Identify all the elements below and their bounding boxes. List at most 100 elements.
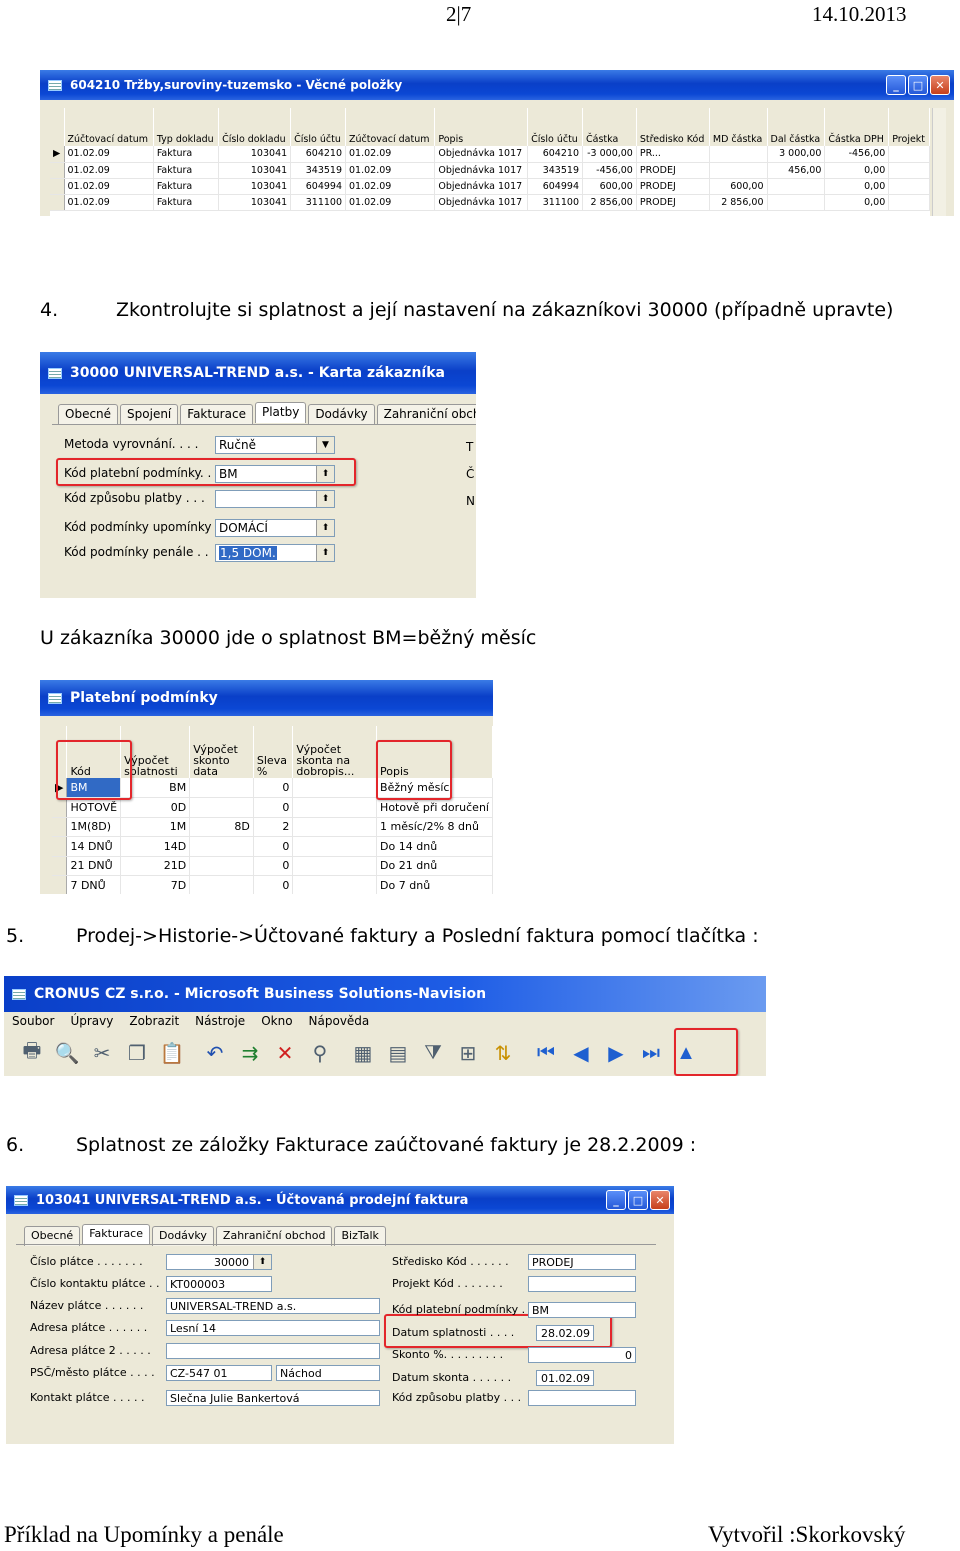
tab-1[interactable]: Fakturace bbox=[82, 1224, 150, 1244]
field-input[interactable]: 1,5 DOM. ⬆ bbox=[215, 544, 335, 562]
field-input[interactable]: 0 bbox=[528, 1347, 636, 1363]
column-header[interactable]: Zúčtovací datum bbox=[64, 108, 154, 146]
row-selector[interactable] bbox=[52, 856, 68, 876]
field-input[interactable]: 30000 ⬆ bbox=[166, 1254, 272, 1270]
tab-0[interactable]: Obecné bbox=[58, 404, 119, 425]
field-input[interactable]: Lesní 14 bbox=[166, 1320, 380, 1336]
field-input-city[interactable]: Náchod bbox=[276, 1365, 380, 1381]
table-row[interactable]: ▶ 01.02.09 Faktura 103041 604210 01.02.09 Obje… bbox=[50, 146, 930, 163]
column-header[interactable]: Popis bbox=[434, 108, 529, 146]
menu-item-5[interactable]: Nápověda bbox=[309, 1014, 370, 1028]
column-header[interactable]: Číslo účtu bbox=[527, 108, 583, 146]
table-row[interactable]: 1M(8D) 1M 8D 2 1 měsíc/2% 8 dnů bbox=[52, 817, 493, 837]
field-input[interactable]: CZ-547 01 bbox=[166, 1365, 272, 1381]
column-header[interactable]: Číslo dokladu bbox=[218, 108, 292, 146]
cut-icon[interactable]: ✂ bbox=[88, 1039, 116, 1067]
table-row[interactable]: 01.02.09 Faktura 103041 604994 01.02.09 Objed… bbox=[50, 178, 930, 195]
lookup-arrow-icon[interactable]: ⬆ bbox=[316, 545, 334, 561]
last-icon[interactable]: ⏭ bbox=[637, 1039, 665, 1067]
tab-2[interactable]: Dodávky bbox=[152, 1226, 214, 1246]
maximize-icon[interactable]: □ bbox=[908, 75, 928, 95]
lookup-arrow-icon[interactable]: ⬆ bbox=[316, 520, 334, 536]
tab-2[interactable]: Fakturace bbox=[180, 404, 253, 425]
row-selector[interactable] bbox=[52, 797, 68, 818]
tab-0[interactable]: Obecné bbox=[24, 1226, 81, 1246]
tab-4[interactable]: Dodávky bbox=[308, 404, 375, 425]
next-icon[interactable]: ▶ bbox=[602, 1039, 630, 1067]
tab-3[interactable]: Platby bbox=[254, 402, 307, 423]
form-icon[interactable]: ▤ bbox=[384, 1039, 412, 1067]
preview-icon[interactable]: 🔍 bbox=[53, 1039, 81, 1067]
row-selector[interactable] bbox=[50, 194, 65, 211]
field-input[interactable]: ⬆ bbox=[215, 490, 335, 508]
column-header[interactable]: Typ dokladu bbox=[153, 108, 220, 146]
column-header[interactable]: Částka bbox=[582, 108, 637, 146]
row-selector[interactable] bbox=[52, 836, 68, 857]
paste-icon[interactable]: 📋 bbox=[158, 1039, 186, 1067]
ledger-scrollbar[interactable] bbox=[932, 108, 946, 216]
table-row[interactable]: 14 DNŮ 14D 0 Do 14 dnů bbox=[52, 836, 493, 857]
column-header[interactable]: Zúčtovací datum bbox=[345, 108, 436, 146]
post-icon[interactable]: ⇉ bbox=[236, 1039, 264, 1067]
field-input[interactable]: BM bbox=[528, 1302, 636, 1318]
previous-icon[interactable]: ◀ bbox=[567, 1039, 595, 1067]
minimize-icon[interactable]: _ bbox=[886, 75, 906, 95]
field-input[interactable]: Ručně ▼ bbox=[215, 436, 335, 454]
menu-item-1[interactable]: Úpravy bbox=[70, 1014, 113, 1028]
field-input[interactable]: 28.02.09 bbox=[536, 1325, 594, 1341]
tab-5[interactable]: Zahraniční obchod bbox=[376, 404, 476, 425]
tab-3[interactable]: Zahraniční obchod bbox=[215, 1226, 333, 1246]
table-row[interactable]: HOTOVĚ 0D 0 Hotově při doručení bbox=[52, 797, 493, 818]
minimize-icon[interactable]: _ bbox=[606, 1190, 626, 1210]
row-selector[interactable] bbox=[50, 178, 65, 195]
column-header[interactable]: Sleva % bbox=[253, 726, 294, 778]
find-icon[interactable]: ⚲ bbox=[306, 1039, 334, 1067]
filter-icon[interactable]: ⧩ bbox=[419, 1039, 447, 1067]
first-icon[interactable]: ⏮ bbox=[532, 1039, 560, 1067]
menu-item-0[interactable]: Soubor bbox=[12, 1014, 54, 1028]
tab-4[interactable]: BizTalk bbox=[334, 1226, 386, 1246]
refresh-icon[interactable]: ⇅ bbox=[489, 1039, 517, 1067]
table-row[interactable]: 21 DNŮ 21D 0 Do 21 dnů bbox=[52, 856, 493, 876]
column-header[interactable]: MD částka bbox=[709, 108, 768, 146]
close-icon[interactable]: ✕ bbox=[650, 1190, 670, 1210]
field-input[interactable]: DOMÁCÍ ⬆ bbox=[215, 519, 335, 537]
lookup-arrow-icon[interactable]: ⬆ bbox=[253, 1255, 271, 1269]
row-selector[interactable] bbox=[52, 817, 68, 837]
field-input[interactable]: 01.02.09 bbox=[536, 1370, 594, 1386]
field-input[interactable]: KT000003 bbox=[166, 1276, 272, 1292]
menu-item-2[interactable]: Zobrazit bbox=[129, 1014, 179, 1028]
delete-icon[interactable]: ✕ bbox=[271, 1039, 299, 1067]
row-selector[interactable]: ▶ bbox=[50, 146, 65, 163]
column-header[interactable]: Výpočet skonta na dobropis... bbox=[292, 726, 378, 778]
close-icon[interactable]: ✕ bbox=[930, 75, 950, 95]
column-header[interactable]: Číslo účtu bbox=[290, 108, 346, 146]
maximize-icon[interactable]: □ bbox=[628, 1190, 648, 1210]
row-selector[interactable] bbox=[52, 875, 68, 894]
field-input[interactable] bbox=[528, 1390, 636, 1406]
lookup-arrow-icon[interactable]: ⬆ bbox=[316, 491, 334, 507]
column-header[interactable]: Částka DPH bbox=[824, 108, 890, 146]
table-row[interactable]: 01.02.09 Faktura 103041 343519 01.02.09 Objed… bbox=[50, 162, 930, 179]
dropdown-arrow-icon[interactable]: ▼ bbox=[316, 437, 334, 453]
field-input[interactable] bbox=[166, 1343, 380, 1359]
table-row[interactable]: 01.02.09 Faktura 103041 311100 01.02.09 Objed… bbox=[50, 194, 930, 211]
sort-icon[interactable]: ⊞ bbox=[454, 1039, 482, 1067]
column-header[interactable]: Výpočet skonto data bbox=[189, 726, 254, 778]
lookup-arrow-icon[interactable]: ⬆ bbox=[316, 466, 334, 482]
field-input[interactable]: BM ⬆ bbox=[215, 465, 335, 483]
table-icon[interactable]: ▦ bbox=[349, 1039, 377, 1067]
field-input[interactable] bbox=[528, 1276, 636, 1292]
undo-icon[interactable]: ↶ bbox=[201, 1039, 229, 1067]
field-input[interactable]: PRODEJ bbox=[528, 1254, 636, 1270]
table-row[interactable]: 7 DNŮ 7D 0 Do 7 dnů bbox=[52, 875, 493, 894]
column-header[interactable]: Dal částka bbox=[767, 108, 826, 146]
print-icon[interactable]: 🖶 bbox=[18, 1039, 46, 1067]
copy-icon[interactable]: ❐ bbox=[123, 1039, 151, 1067]
column-header[interactable]: Středisko Kód bbox=[636, 108, 710, 146]
row-selector[interactable] bbox=[50, 162, 65, 179]
field-input[interactable]: Slečna Julie Bankertová bbox=[166, 1390, 380, 1406]
field-input[interactable]: UNIVERSAL-TREND a.s. bbox=[166, 1298, 380, 1314]
menu-item-3[interactable]: Nástroje bbox=[195, 1014, 245, 1028]
tab-1[interactable]: Spojení bbox=[120, 404, 179, 425]
